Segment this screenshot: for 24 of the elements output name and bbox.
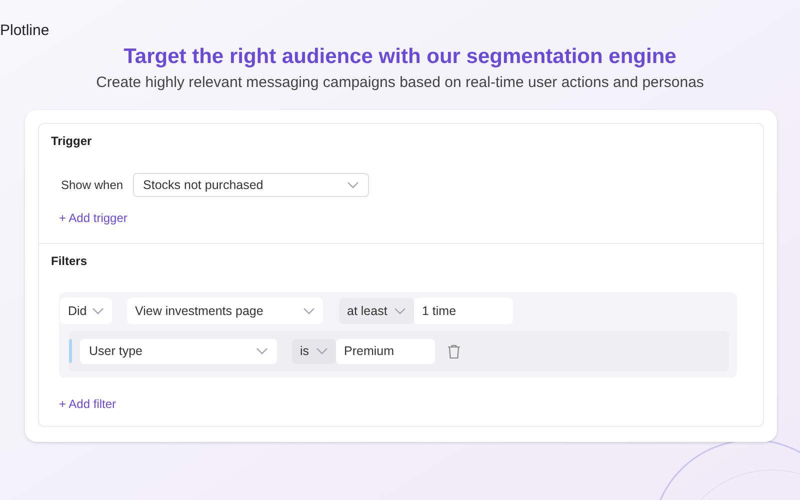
chevron-down-icon [303, 307, 315, 315]
chevron-down-icon [256, 347, 268, 355]
value-field[interactable]: Premium [336, 338, 435, 364]
chevron-down-icon [394, 307, 406, 315]
section-title: Trigger [51, 133, 93, 150]
verb-select[interactable]: Did [60, 298, 112, 324]
chevron-down-icon [316, 347, 328, 355]
operator-select[interactable]: at least [339, 298, 414, 324]
add-filter-link[interactable]: + Add filter [59, 395, 116, 413]
chevron-down-icon [92, 307, 104, 315]
page-heading: Target the right audience with our segmentation engine [124, 44, 676, 70]
brand-name: Plotline [0, 21, 50, 41]
page-subtitle: Create highly relevant messaging campaigns based on real-time user actions and personas [96, 73, 704, 93]
section-title: Filters [51, 253, 88, 270]
add-trigger-link[interactable]: + Add trigger [59, 209, 128, 227]
trigger-select[interactable]: Stocks not purchased [133, 173, 370, 197]
operator-select[interactable]: is [292, 338, 336, 364]
delete-icon[interactable] [447, 344, 461, 358]
field-label: Show when [61, 177, 124, 194]
event-select[interactable]: View investments page [127, 298, 323, 324]
accent-bar [69, 339, 72, 363]
property-select[interactable]: User type [80, 338, 277, 364]
count-field[interactable]: 1 time [414, 298, 513, 324]
chevron-down-icon [347, 181, 360, 189]
